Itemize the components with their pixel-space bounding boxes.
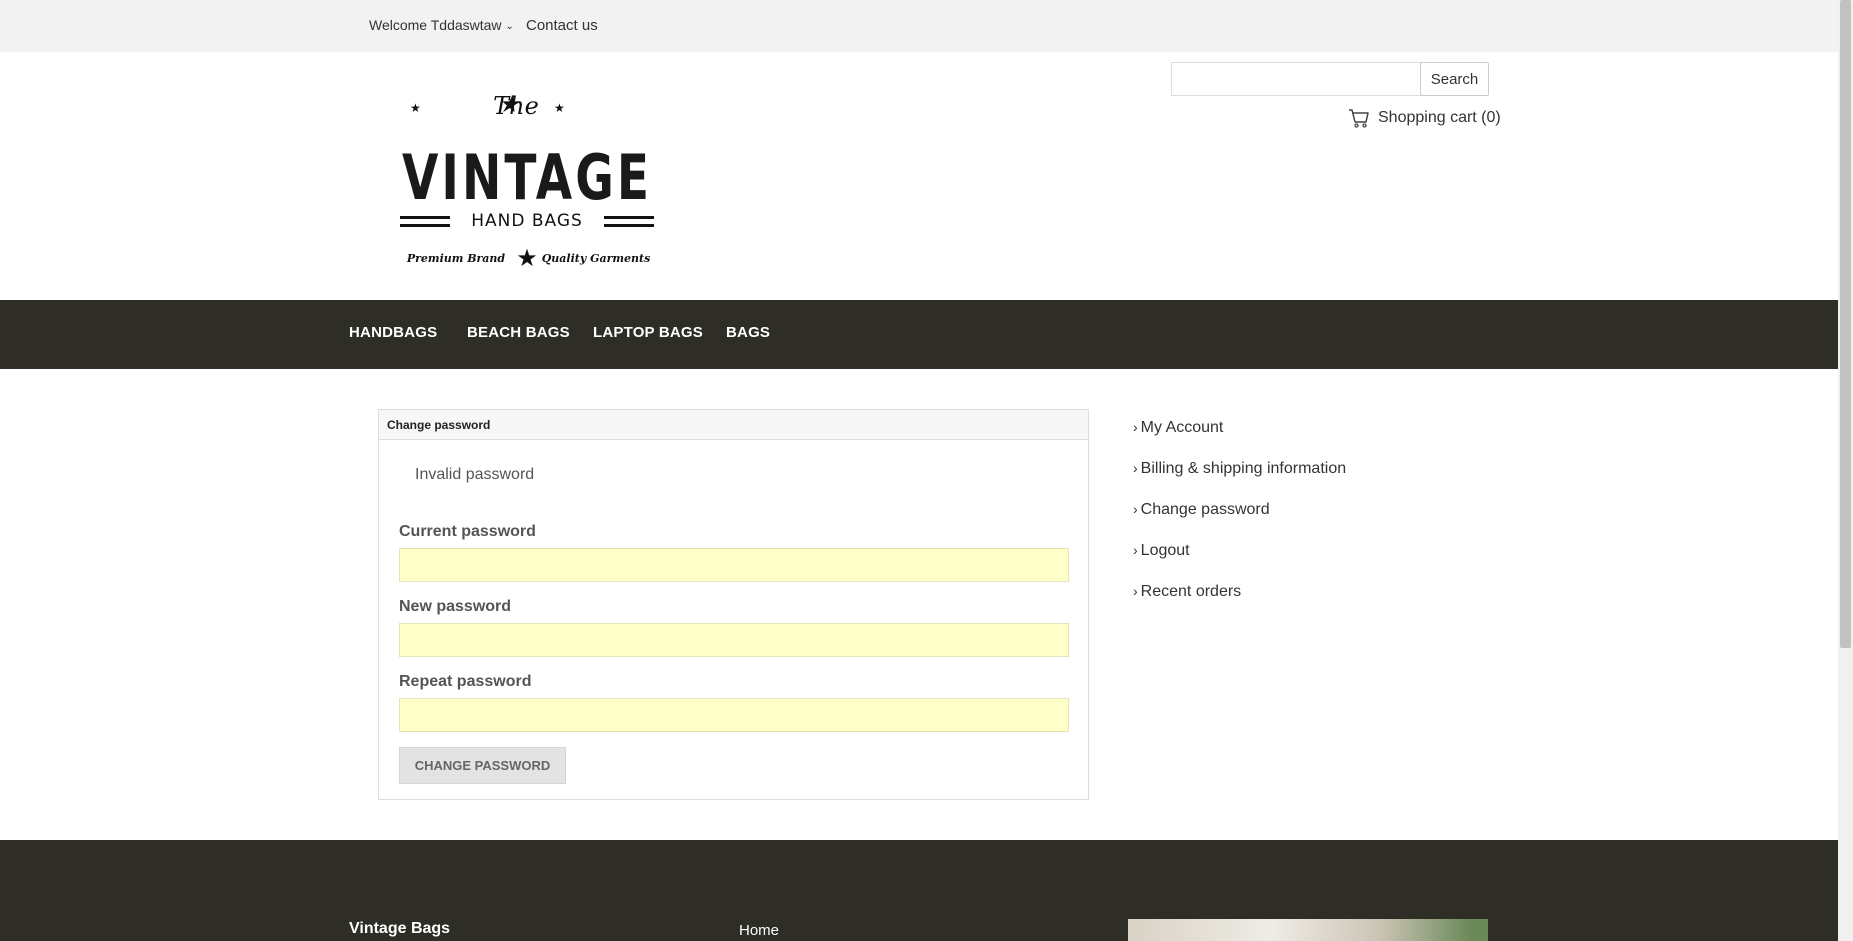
cart-label: Shopping cart (0)	[1378, 109, 1501, 126]
footer-home-link[interactable]: Home	[739, 922, 779, 939]
current-password-label: Current password	[399, 523, 536, 540]
nav-item-bags[interactable]: BAGS	[726, 324, 770, 341]
search-input[interactable]	[1171, 62, 1421, 96]
welcome-label: Welcome Tddaswtaw	[369, 17, 502, 33]
svg-text:★: ★	[554, 101, 565, 115]
footer-image	[1128, 919, 1488, 941]
nav-item-laptop-bags[interactable]: LAPTOP BAGS	[593, 324, 703, 341]
contact-link[interactable]: Contact us	[526, 17, 598, 34]
scrollbar-thumb[interactable]	[1840, 0, 1851, 648]
chevron-right-icon: ›	[1133, 542, 1138, 558]
nav-item-handbags[interactable]: HANDBAGS	[349, 324, 437, 341]
new-password-field[interactable]	[399, 623, 1069, 657]
chevron-right-icon: ›	[1133, 501, 1138, 517]
svg-text:HAND BAGS: HAND BAGS	[471, 211, 583, 231]
site-header: ★ ★ ★ The VINTAGE HAND BAGS Premium Bran…	[0, 52, 1838, 300]
repeat-password-label: Repeat password	[399, 673, 532, 690]
chevron-down-icon: ⌄	[505, 21, 514, 32]
current-password-field[interactable]	[399, 548, 1069, 582]
sidebar-item-recent-orders[interactable]: › Recent orders	[1133, 583, 1241, 601]
shopping-cart-link[interactable]: Shopping cart (0)	[1348, 108, 1501, 128]
panel-title: Change password	[379, 410, 1088, 440]
error-message: Invalid password	[415, 466, 535, 483]
nav-item-beach-bags[interactable]: BEACH BAGS	[467, 324, 570, 341]
svg-text:Premium Brand: Premium Brand	[406, 252, 506, 265]
cart-icon	[1349, 109, 1369, 128]
svg-text:Quality Garments: Quality Garments	[542, 252, 651, 265]
search-button[interactable]: Search	[1420, 62, 1489, 96]
repeat-password-field[interactable]	[399, 698, 1069, 732]
chevron-right-icon: ›	[1133, 583, 1138, 599]
main-nav: HANDBAGS BEACH BAGS LAPTOP BAGS BAGS	[0, 300, 1838, 369]
vintage-handbags-logo[interactable]: ★ ★ ★ The VINTAGE HAND BAGS Premium Bran…	[390, 84, 670, 274]
star-icon: ★	[410, 101, 421, 115]
site-footer: Vintage Bags Home	[0, 840, 1838, 941]
change-password-button[interactable]: CHANGE PASSWORD	[399, 747, 566, 784]
svg-text:★: ★	[516, 245, 538, 272]
svg-text:VINTAGE: VINTAGE	[402, 141, 652, 214]
sidebar-item-logout[interactable]: › Logout	[1133, 542, 1190, 560]
sidebar-item-my-account[interactable]: › My Account	[1133, 419, 1223, 437]
chevron-right-icon: ›	[1133, 460, 1138, 476]
change-password-panel: Change password Invalid password Current…	[378, 409, 1089, 800]
svg-text:The: The	[493, 92, 539, 120]
sidebar-item-change-password[interactable]: › Change password	[1133, 501, 1270, 519]
welcome-menu[interactable]: Welcome Tddaswtaw ⌄	[369, 17, 514, 33]
top-bar: Welcome Tddaswtaw ⌄ Contact us	[0, 0, 1838, 52]
sidebar-item-billing-shipping[interactable]: › Billing & shipping information	[1133, 460, 1346, 478]
new-password-label: New password	[399, 598, 512, 615]
footer-brand: Vintage Bags	[349, 920, 451, 937]
chevron-right-icon: ›	[1133, 419, 1138, 435]
